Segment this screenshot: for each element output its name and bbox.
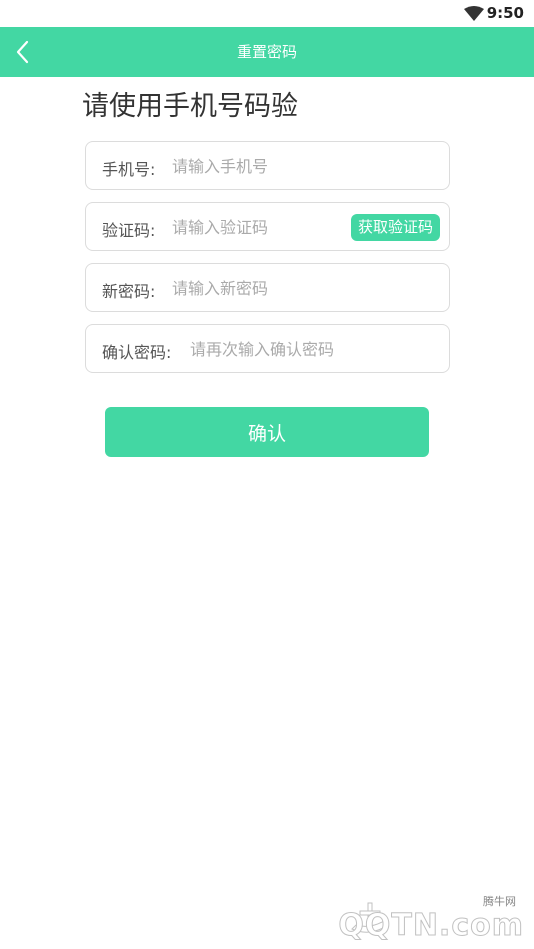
watermark-small-text: 腾牛网 <box>483 895 516 908</box>
instruction-heading: 请使用手机号码验 <box>82 91 298 122</box>
verification-code-label: 验证码: <box>102 221 156 240</box>
phone-label: 手机号: <box>102 160 156 179</box>
page-title: 重置密码 <box>236 43 297 61</box>
app-bar: 重置密码 <box>0 27 534 77</box>
verification-code-field: 验证码: 获取验证码 <box>85 202 450 251</box>
status-bar: 9:50 <box>0 0 534 27</box>
phone-input[interactable] <box>172 150 432 182</box>
watermark-big-text: QQTN.com <box>338 908 524 944</box>
confirm-password-label: 确认密码: <box>102 343 172 362</box>
new-password-label: 新密码: <box>102 282 156 301</box>
new-password-input[interactable] <box>172 272 432 304</box>
verification-code-input[interactable] <box>172 211 342 243</box>
phone-field: 手机号: <box>85 141 450 190</box>
confirm-password-field: 确认密码: <box>85 324 450 373</box>
status-time: 9:50 <box>486 4 524 22</box>
watermark: 腾牛网 QQTN.com <box>328 893 528 944</box>
get-code-button[interactable]: 获取验证码 <box>350 214 440 241</box>
confirm-password-input[interactable] <box>190 333 440 365</box>
wifi-icon <box>464 6 484 21</box>
confirm-button[interactable]: 确认 <box>105 407 429 457</box>
new-password-field: 新密码: <box>85 263 450 312</box>
